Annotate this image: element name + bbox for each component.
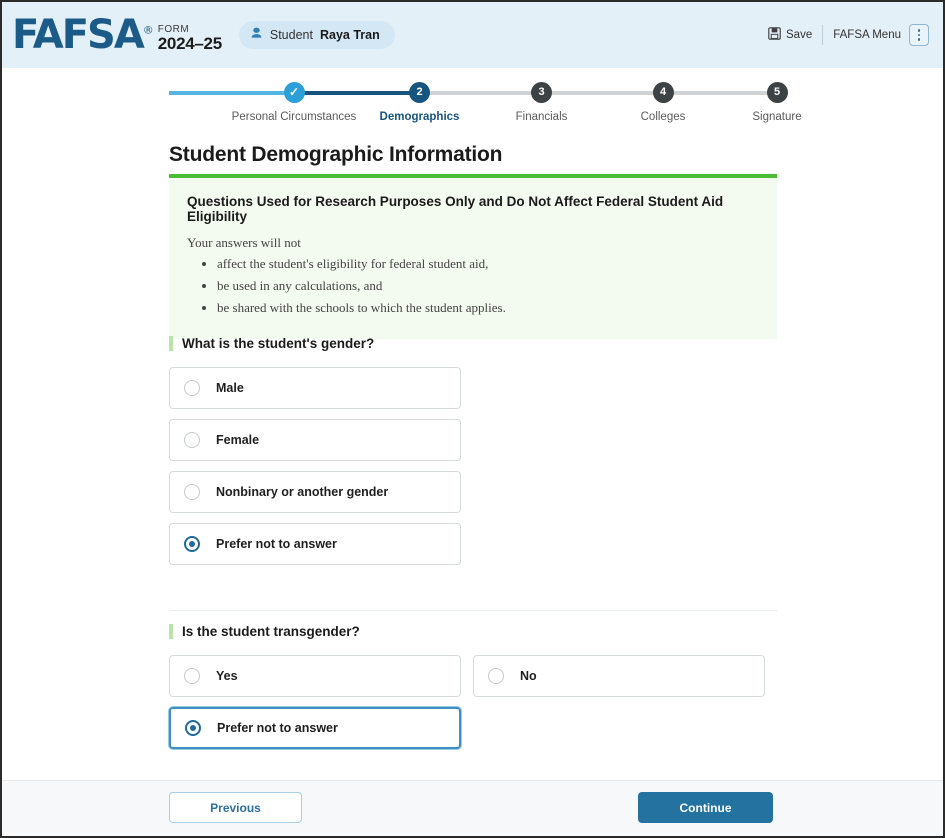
fafsa-wordmark: FAFSA® [12,16,154,54]
alert-bullet: be used in any calculations, and [217,277,759,296]
stepper-dot-1: ✓ [284,82,305,103]
section-divider [169,610,777,611]
student-chip-name: Raya Tran [320,28,380,42]
alert-bullet: be shared with the schools to which the … [217,299,759,318]
radio-icon-selected[interactable] [185,720,201,736]
registered-trademark-icon: ® [143,24,154,37]
question-student-transgender: Is the student transgender? Yes No Prefe… [169,624,765,759]
radio-option-prefer-not-to-answer-transgender[interactable]: Prefer not to answer [169,707,461,749]
radio-option-label: Male [216,381,244,395]
radio-option-label: Prefer not to answer [217,721,338,735]
research-purposes-alert: Questions Used for Research Purposes Onl… [169,174,777,339]
gender-option-row-female: Female [169,419,461,461]
radio-icon[interactable] [184,380,200,396]
fafsa-wordmark-text: FAFSA [12,12,143,58]
alert-bullet: affect the student's eligibility for fed… [217,255,759,274]
radio-option-label: Nonbinary or another gender [216,485,388,499]
radio-option-male[interactable]: Male [169,367,461,409]
radio-option-prefer-not-to-answer-gender[interactable]: Prefer not to answer [169,523,461,565]
radio-icon[interactable] [184,668,200,684]
gender-option-row-prefer-not: Prefer not to answer [169,523,461,565]
transgender-option-row-yes-no: Yes No [169,655,765,697]
stepper-step-signature[interactable]: 5 Signature [663,82,891,123]
student-chip[interactable]: Student Raya Tran [239,21,395,49]
form-year: 2024–25 [158,35,222,53]
radio-option-nonbinary[interactable]: Nonbinary or another gender [169,471,461,513]
vertical-dots-icon[interactable] [909,24,929,46]
question-accent-bar [169,336,173,351]
question-label-gender: What is the student's gender? [169,336,461,351]
radio-option-no[interactable]: No [473,655,765,697]
radio-option-label: Female [216,433,259,447]
question-student-gender: What is the student's gender? Male Femal… [169,336,461,575]
fafsa-menu-label: FAFSA Menu [833,29,901,41]
main-content: ✓ Personal Circumstances 2 Demographics … [2,68,943,780]
page-title: Student Demographic Information [169,143,502,167]
save-label: Save [786,29,812,41]
transgender-option-row-prefer-not: Prefer not to answer [169,707,765,749]
question-accent-bar [169,624,173,639]
stepper-label-5: Signature [663,111,891,123]
stepper-dot-2: 2 [409,82,430,103]
fafsa-menu-button[interactable]: FAFSA Menu [833,24,929,46]
header-divider [822,25,823,45]
progress-stepper: ✓ Personal Circumstances 2 Demographics … [169,82,777,134]
fafsa-logo: FAFSA® FORM 2024–25 [12,16,222,54]
radio-icon[interactable] [184,432,200,448]
radio-icon[interactable] [184,484,200,500]
question-label-transgender: Is the student transgender? [169,624,765,639]
check-icon: ✓ [289,82,299,103]
app-header: FAFSA® FORM 2024–25 Student Raya Tran [2,2,943,68]
radio-icon[interactable] [488,668,504,684]
radio-option-label: Yes [216,669,238,683]
alert-title: Questions Used for Research Purposes Onl… [187,194,759,224]
form-footer: Previous Continue [2,780,943,836]
header-actions: Save FAFSA Menu [768,24,929,46]
form-year-block: FORM 2024–25 [158,25,222,54]
stepper-dot-3: 3 [531,82,552,103]
person-icon [250,27,263,43]
previous-button[interactable]: Previous [169,792,302,823]
question-label-text: What is the student's gender? [182,336,374,351]
radio-option-female[interactable]: Female [169,419,461,461]
question-label-text: Is the student transgender? [182,624,360,639]
floppy-disk-icon [768,27,781,43]
alert-lead-text: Your answers will not [187,235,759,251]
radio-option-label: Prefer not to answer [216,537,337,551]
gender-option-row-nonbinary: Nonbinary or another gender [169,471,461,513]
radio-option-label: No [520,669,537,683]
continue-button[interactable]: Continue [638,792,773,823]
student-chip-role: Student [270,28,313,42]
radio-option-yes[interactable]: Yes [169,655,461,697]
stepper-dot-4: 4 [653,82,674,103]
alert-bullet-list: affect the student's eligibility for fed… [217,255,759,318]
stepper-dot-5: 5 [767,82,788,103]
radio-icon-selected[interactable] [184,536,200,552]
save-button[interactable]: Save [768,27,812,43]
gender-option-row-male: Male [169,367,461,409]
fafsa-application-window: FAFSA® FORM 2024–25 Student Raya Tran [0,0,945,838]
